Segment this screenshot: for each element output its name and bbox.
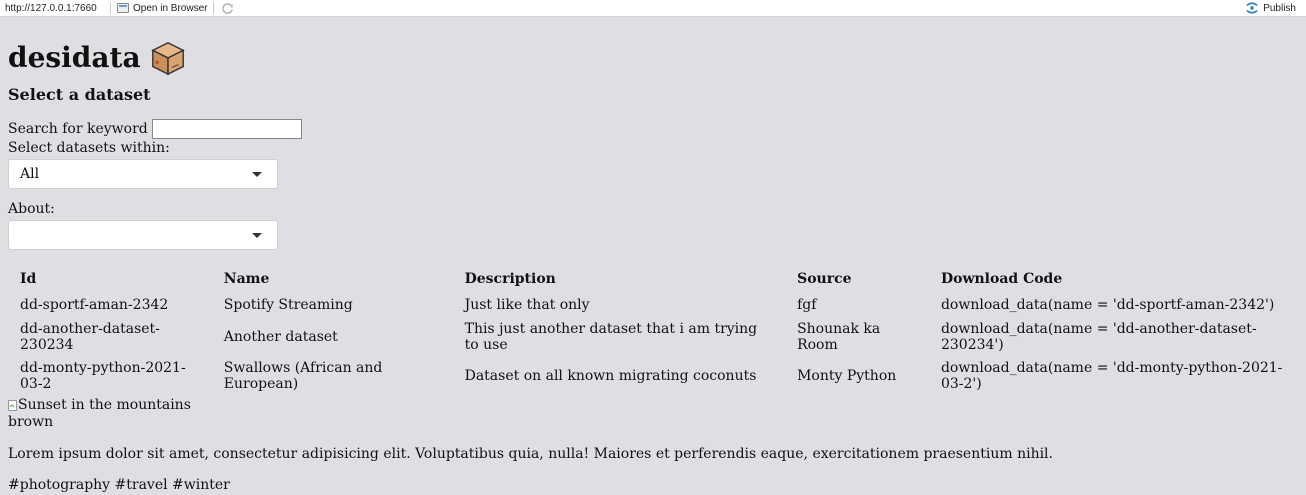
page-title: desidata: [8, 41, 141, 74]
url-label: http://127.0.0.1:7660: [5, 2, 97, 14]
table-row[interactable]: dd-sportf-aman-2342 Spotify Streaming Ju…: [8, 292, 1306, 318]
column-header: Source: [797, 270, 852, 287]
cell-id: dd-sportf-aman-2342: [20, 296, 169, 313]
cell-download-code: download_data(name = 'dd-monty-python-20…: [940, 360, 1283, 392]
card-body-text: Lorem ipsum dolor sit amet, consectetur …: [8, 446, 1053, 462]
open-in-browser-label: Open in Browser: [133, 2, 208, 14]
toolbar-divider: [110, 2, 111, 14]
cell-description: This just another dataset that i am tryi…: [464, 321, 758, 353]
chevron-down-icon: [252, 172, 262, 177]
open-in-browser-button[interactable]: Open in Browser: [117, 3, 207, 14]
cell-name: Swallows (African and European): [223, 360, 383, 392]
refresh-icon: [222, 2, 233, 14]
within-label: Select datasets within:: [8, 140, 170, 156]
image-alt-text: Sunset in the mountains: [18, 397, 191, 413]
column-header: Description: [464, 270, 556, 287]
cell-source: fgf: [797, 296, 817, 313]
cell-name: Another dataset: [223, 329, 338, 345]
about-label: About:: [8, 201, 55, 217]
image-caption: brown: [8, 414, 54, 430]
cell-name: Spotify Streaming: [223, 296, 353, 313]
table-row[interactable]: dd-another-dataset-230234 Another datase…: [8, 318, 1306, 357]
column-header: Id: [20, 270, 37, 287]
cell-source: Monty Python: [797, 368, 897, 384]
within-select-value: All: [20, 165, 40, 182]
viewer-toolbar: http://127.0.0.1:7660 Open in Browser Pu…: [0, 0, 1306, 17]
section-heading: Select a dataset: [8, 85, 151, 104]
about-select[interactable]: [8, 220, 278, 250]
toolbar-divider: [213, 2, 215, 14]
cell-source: Shounak ka Room: [797, 321, 881, 353]
search-label: Search for keyword: [8, 120, 148, 137]
title-row: desidata: [8, 39, 1306, 77]
table-header-row: Id Name Description Source Download Code: [8, 266, 1306, 292]
app-content: desidata Select a dataset Search for key…: [8, 17, 1306, 494]
table-row[interactable]: dd-monty-python-2021-03-2 Swallows (Afri…: [8, 357, 1306, 396]
publish-button[interactable]: Publish: [1245, 2, 1306, 14]
cell-id: dd-monty-python-2021-03-2: [20, 360, 186, 392]
column-header: Name: [223, 270, 270, 287]
chevron-down-icon: [252, 233, 262, 238]
cell-download-code: download_data(name = 'dd-another-dataset…: [940, 321, 1257, 353]
publish-icon: [1246, 2, 1258, 14]
card-image-placeholder: Sunset in the mountains brown: [8, 397, 1306, 431]
publish-label: Publish: [1263, 2, 1296, 14]
within-select[interactable]: All: [8, 159, 278, 189]
cell-download-code: download_data(name = 'dd-sportf-aman-234…: [940, 296, 1275, 313]
filter-form: Search for keyword Select datasets withi…: [8, 119, 1306, 250]
browser-window-icon: [117, 3, 129, 13]
column-header: Download Code: [940, 270, 1063, 287]
datasets-table: Id Name Description Source Download Code…: [8, 266, 1306, 396]
broken-image-icon: [8, 399, 17, 411]
package-box-icon: [150, 42, 185, 76]
refresh-button[interactable]: [220, 1, 234, 15]
search-input[interactable]: [151, 119, 302, 139]
cell-id: dd-another-dataset-230234: [20, 321, 160, 353]
cell-description: Dataset on all known migrating coconuts: [464, 368, 757, 384]
cell-description: Just like that only: [464, 296, 590, 313]
card-tags: #photography #travel #winter: [8, 477, 230, 493]
